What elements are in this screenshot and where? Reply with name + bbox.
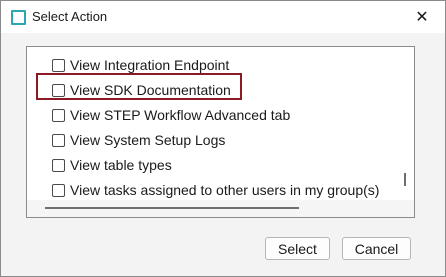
list-item-view-step-workflow-advanced-tab[interactable]: View STEP Workflow Advanced tab	[52, 105, 290, 125]
select-button[interactable]: Select	[265, 237, 330, 260]
cancel-button[interactable]: Cancel	[342, 237, 411, 260]
checkbox[interactable]	[52, 58, 65, 72]
vertical-scrollbar[interactable]	[400, 47, 414, 199]
action-list: View Integration Endpoint View SDK Docum…	[26, 46, 415, 218]
checkbox[interactable]	[52, 183, 65, 197]
horizontal-scrollbar[interactable]	[27, 200, 414, 217]
app-window-icon	[11, 10, 26, 25]
list-item-label: View Integration Endpoint	[70, 57, 230, 73]
dialog-title: Select Action	[32, 9, 108, 24]
list-item-view-table-types[interactable]: View table types	[52, 155, 172, 175]
select-action-dialog: Select Action ✕ View Integration Endpoin…	[0, 0, 446, 277]
list-item-label: View System Setup Logs	[70, 132, 226, 148]
checkbox[interactable]	[52, 133, 65, 147]
horizontal-scroll-thumb[interactable]	[45, 207, 299, 209]
list-item-view-system-setup-logs[interactable]: View System Setup Logs	[52, 130, 225, 150]
checkbox[interactable]	[52, 158, 65, 172]
list-item-view-integration-endpoint[interactable]: View Integration Endpoint	[52, 55, 229, 75]
title-bar: Select Action ✕	[1, 1, 445, 33]
list-item-label: View table types	[70, 157, 172, 173]
list-item-label: View tasks assigned to other users in my…	[70, 182, 380, 198]
checkbox[interactable]	[52, 108, 65, 122]
highlight-box	[36, 73, 242, 100]
close-button[interactable]: ✕	[399, 1, 445, 33]
list-item-view-tasks-assigned[interactable]: View tasks assigned to other users in my…	[52, 180, 379, 200]
list-item-label: View STEP Workflow Advanced tab	[70, 107, 291, 123]
vertical-scroll-thumb[interactable]	[404, 173, 406, 186]
